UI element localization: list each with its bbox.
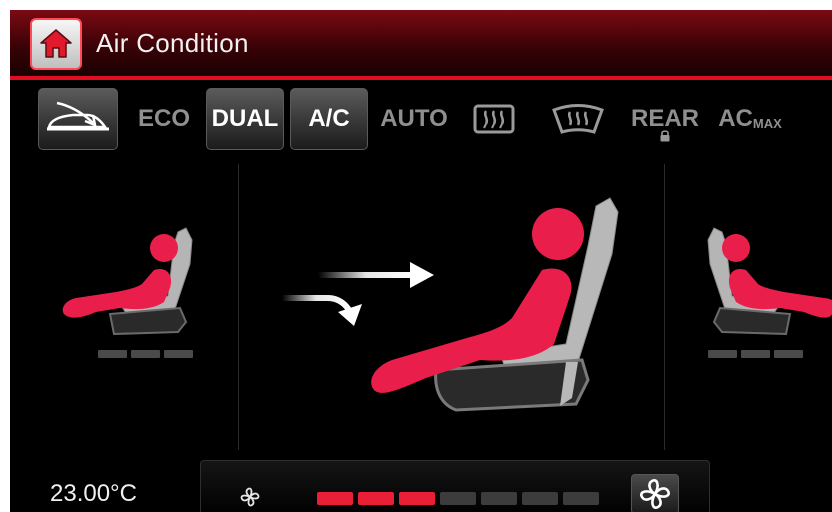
center-seat-zone[interactable] [356, 184, 626, 449]
center-seat-occupant-icon [371, 197, 619, 412]
auto-label: AUTO [380, 105, 448, 132]
fan-high-button[interactable] [631, 474, 679, 512]
ac-screen: Air Condition ECO DUAL A/C AUTO REAR AC … [10, 10, 832, 512]
left-seat-level [98, 350, 193, 358]
fan-level-segment[interactable] [563, 492, 599, 505]
ac-button[interactable]: A/C [290, 88, 368, 150]
level-bar [164, 350, 193, 358]
level-bar [741, 350, 770, 358]
left-seat-occupant-icon [62, 227, 193, 336]
recirculation-button[interactable] [38, 88, 118, 150]
fan-level-segment[interactable] [317, 492, 353, 505]
acmax-label: AC [718, 105, 753, 132]
front-defrost-button[interactable] [545, 88, 611, 150]
fan-level-segment[interactable] [481, 492, 517, 505]
car-recirculation-icon [47, 101, 109, 131]
auto-button[interactable]: AUTO [374, 88, 454, 150]
eco-button[interactable]: ECO [132, 88, 196, 150]
right-seat-zone[interactable] [700, 204, 832, 359]
title-bar: Air Condition [10, 10, 832, 80]
rear-label: REAR [630, 105, 699, 132]
lock-icon [660, 130, 670, 142]
level-bar [708, 350, 737, 358]
acmax-button[interactable]: AC MAX [710, 88, 790, 150]
ac-label: A/C [308, 105, 350, 132]
divider-left [238, 164, 239, 450]
home-button[interactable] [30, 18, 82, 70]
eco-label: ECO [137, 105, 190, 132]
dual-button[interactable]: DUAL [206, 88, 284, 150]
seat-airflow-area [10, 164, 832, 450]
rear-defrost-icon [473, 104, 515, 134]
level-bar [131, 350, 160, 358]
page-title: Air Condition [96, 28, 249, 58]
fan-speed-panel [200, 460, 710, 512]
fan-level-segment[interactable] [522, 492, 558, 505]
rear-defrost-button[interactable] [465, 88, 523, 150]
acmax-sub-label: MAX [752, 115, 782, 131]
rear-button[interactable]: REAR [624, 88, 706, 150]
fan-low-icon[interactable] [239, 486, 261, 508]
dual-label: DUAL [211, 105, 279, 132]
divider-right [664, 164, 665, 450]
fan-high-icon [640, 479, 670, 509]
right-seat-level [708, 350, 803, 358]
fan-level-segment[interactable] [440, 492, 476, 505]
front-defrost-icon [552, 104, 604, 134]
level-bar [98, 350, 127, 358]
left-seat-zone[interactable] [40, 204, 210, 359]
home-icon [40, 29, 72, 58]
climate-toolbar: ECO DUAL A/C AUTO REAR AC MAX [10, 84, 832, 164]
fan-level-segment[interactable] [358, 492, 394, 505]
fan-level-segment[interactable] [399, 492, 435, 505]
temperature-display[interactable]: 23.00°C [50, 480, 137, 508]
bottom-bar: 23.00°C [10, 450, 832, 512]
right-seat-occupant-icon [707, 227, 832, 336]
level-bar [774, 350, 803, 358]
